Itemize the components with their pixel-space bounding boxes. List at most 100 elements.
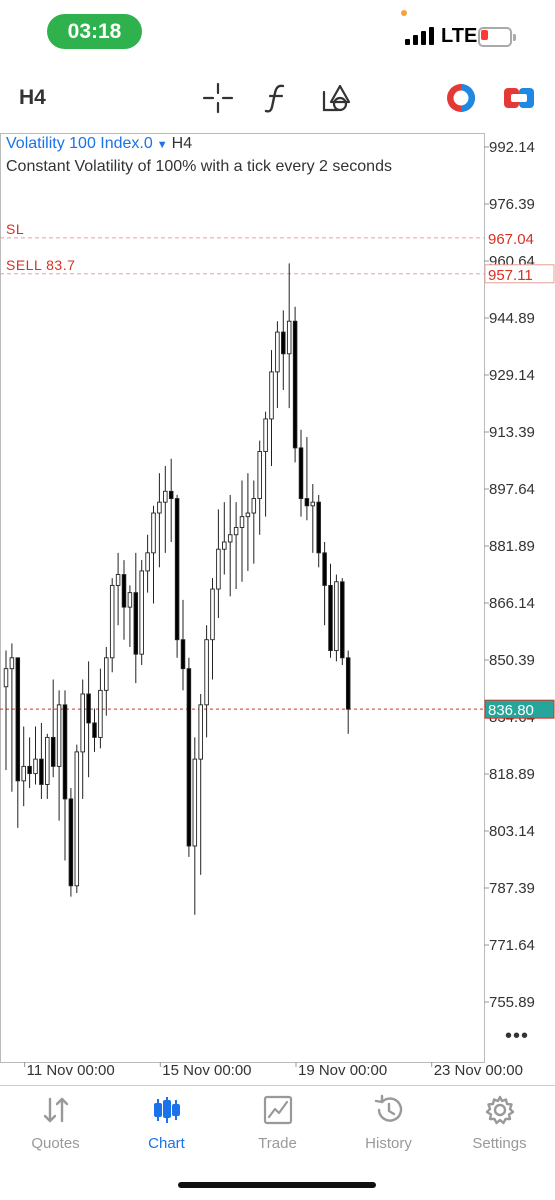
tab-history[interactable]: History — [333, 1094, 444, 1154]
tab-chart[interactable]: Chart — [111, 1094, 222, 1154]
price-chart[interactable]: 992.14 976.39 960.64 944.89 929.14 913.39 897.… — [0, 130, 555, 1085]
y-axis-label: 755.89 — [489, 994, 535, 1011]
y-axis-label: 881.89 — [489, 538, 535, 555]
trade-icon — [263, 1095, 292, 1125]
bull-candle — [151, 512, 156, 554]
tab-trade[interactable]: Trade — [222, 1094, 333, 1154]
y-axis-label: 803.14 — [489, 823, 535, 840]
home-indicator — [178, 1182, 376, 1188]
bear-candle — [39, 758, 44, 785]
bull-candle — [3, 668, 9, 688]
symbol-header[interactable]: Volatility 100 Index.0 ▼ H4 — [6, 135, 192, 153]
y-axis-label: 818.89 — [489, 766, 535, 783]
one-click-trading-icon[interactable] — [443, 80, 479, 116]
x-axis-label: 11 Nov 00:00 — [27, 1062, 115, 1079]
y-axis-label: 866.14 — [489, 595, 535, 612]
bear-candle — [340, 581, 345, 659]
bull-candle — [269, 371, 274, 420]
y-axis-label: 787.39 — [489, 880, 535, 897]
battery-icon — [478, 27, 516, 47]
bull-candle — [145, 552, 150, 572]
order-value-label: 957.11 — [488, 267, 533, 284]
bull-candle — [80, 693, 85, 753]
tab-history-label: History — [365, 1135, 412, 1152]
symbol-name[interactable]: Volatility 100 Index.0 — [6, 135, 153, 152]
status-bar: 03:18 LTE — [0, 0, 555, 70]
bear-candle — [316, 501, 321, 554]
x-axis-label: 23 Nov 00:00 — [434, 1062, 523, 1079]
bear-candle — [50, 736, 56, 767]
bull-candle — [139, 570, 144, 655]
objects-icon[interactable] — [318, 80, 354, 116]
bull-candle — [263, 418, 268, 452]
bear-candle — [68, 798, 74, 887]
bull-candle — [251, 498, 257, 514]
indicators-icon[interactable] — [259, 80, 295, 116]
bear-candle — [86, 693, 91, 724]
y-axis-label: 897.64 — [489, 481, 535, 498]
bull-candle — [163, 490, 168, 503]
chart-canvas[interactable]: 992.14976.39960.64944.89929.14913.39897.… — [0, 130, 555, 1085]
quotes-icon — [43, 1097, 68, 1123]
bull-candle — [204, 639, 209, 706]
y-axis-label: 850.39 — [489, 652, 535, 669]
tab-quotes[interactable]: Quotes — [0, 1094, 111, 1154]
bear-candle — [92, 722, 97, 738]
crosshair-icon[interactable] — [200, 80, 236, 116]
bull-candle — [127, 592, 133, 608]
tab-quotes-label: Quotes — [31, 1135, 80, 1152]
tab-settings[interactable]: Settings — [444, 1094, 555, 1154]
bull-candle — [210, 588, 215, 641]
bull-candle — [275, 331, 280, 373]
bear-candle — [345, 657, 351, 710]
bull-candle — [192, 758, 198, 847]
stop-loss-label[interactable]: SL — [6, 221, 24, 237]
bull-candle — [239, 516, 245, 528]
y-axis-label: 929.14 — [489, 367, 535, 384]
tab-chart-label: Chart — [148, 1135, 185, 1152]
bear-candle — [121, 574, 127, 608]
bear-candle — [27, 765, 32, 775]
more-options-button[interactable]: ••• — [505, 1025, 529, 1048]
settings-icon — [485, 1095, 514, 1125]
bull-candle — [227, 534, 233, 543]
bottom-tab-bar: Quotes Chart Trade History Settings — [0, 1085, 555, 1200]
bull-candle — [334, 581, 339, 652]
bull-candle — [216, 548, 221, 590]
symbol-description: Constant Volatility of 100% with a tick … — [6, 158, 392, 175]
chart-toolbar: H4 — [0, 72, 555, 124]
tab-settings-label: Settings — [472, 1135, 527, 1152]
bull-candle — [104, 657, 109, 691]
y-axis-label: 976.39 — [489, 196, 535, 213]
y-axis-label: 913.39 — [489, 424, 535, 441]
order-label[interactable]: SELL 83.7 — [6, 257, 75, 273]
symbol-dropdown-icon[interactable]: ▼ — [157, 139, 168, 151]
bear-candle — [298, 447, 304, 500]
x-axis-label: 19 Nov 00:00 — [298, 1062, 387, 1079]
bull-candle — [257, 451, 262, 500]
bear-candle — [322, 552, 327, 586]
privacy-indicator-dot — [401, 10, 407, 16]
y-axis-label: 992.14 — [489, 139, 535, 156]
timeframe-button[interactable]: H4 — [19, 86, 46, 110]
x-axis-label: 15 Nov 00:00 — [162, 1062, 251, 1079]
bear-candle — [304, 498, 310, 507]
bull-candle — [157, 501, 162, 514]
chart-icon — [153, 1097, 180, 1123]
bear-candle — [15, 657, 21, 782]
y-axis-label: 944.89 — [489, 310, 535, 327]
bull-candle — [74, 751, 80, 887]
bull-candle — [33, 758, 38, 775]
bull-candle — [56, 704, 62, 767]
trade-panel-icon[interactable] — [501, 80, 537, 116]
history-icon — [374, 1094, 402, 1122]
bull-candle — [222, 541, 227, 550]
bear-candle — [62, 704, 68, 800]
bull-candle — [115, 574, 121, 586]
bull-candle — [109, 584, 115, 659]
bull-candle — [310, 501, 316, 507]
cellular-signal-icon — [405, 27, 435, 45]
bull-candle — [198, 704, 203, 760]
tab-trade-label: Trade — [258, 1135, 297, 1152]
bear-candle — [328, 584, 333, 652]
